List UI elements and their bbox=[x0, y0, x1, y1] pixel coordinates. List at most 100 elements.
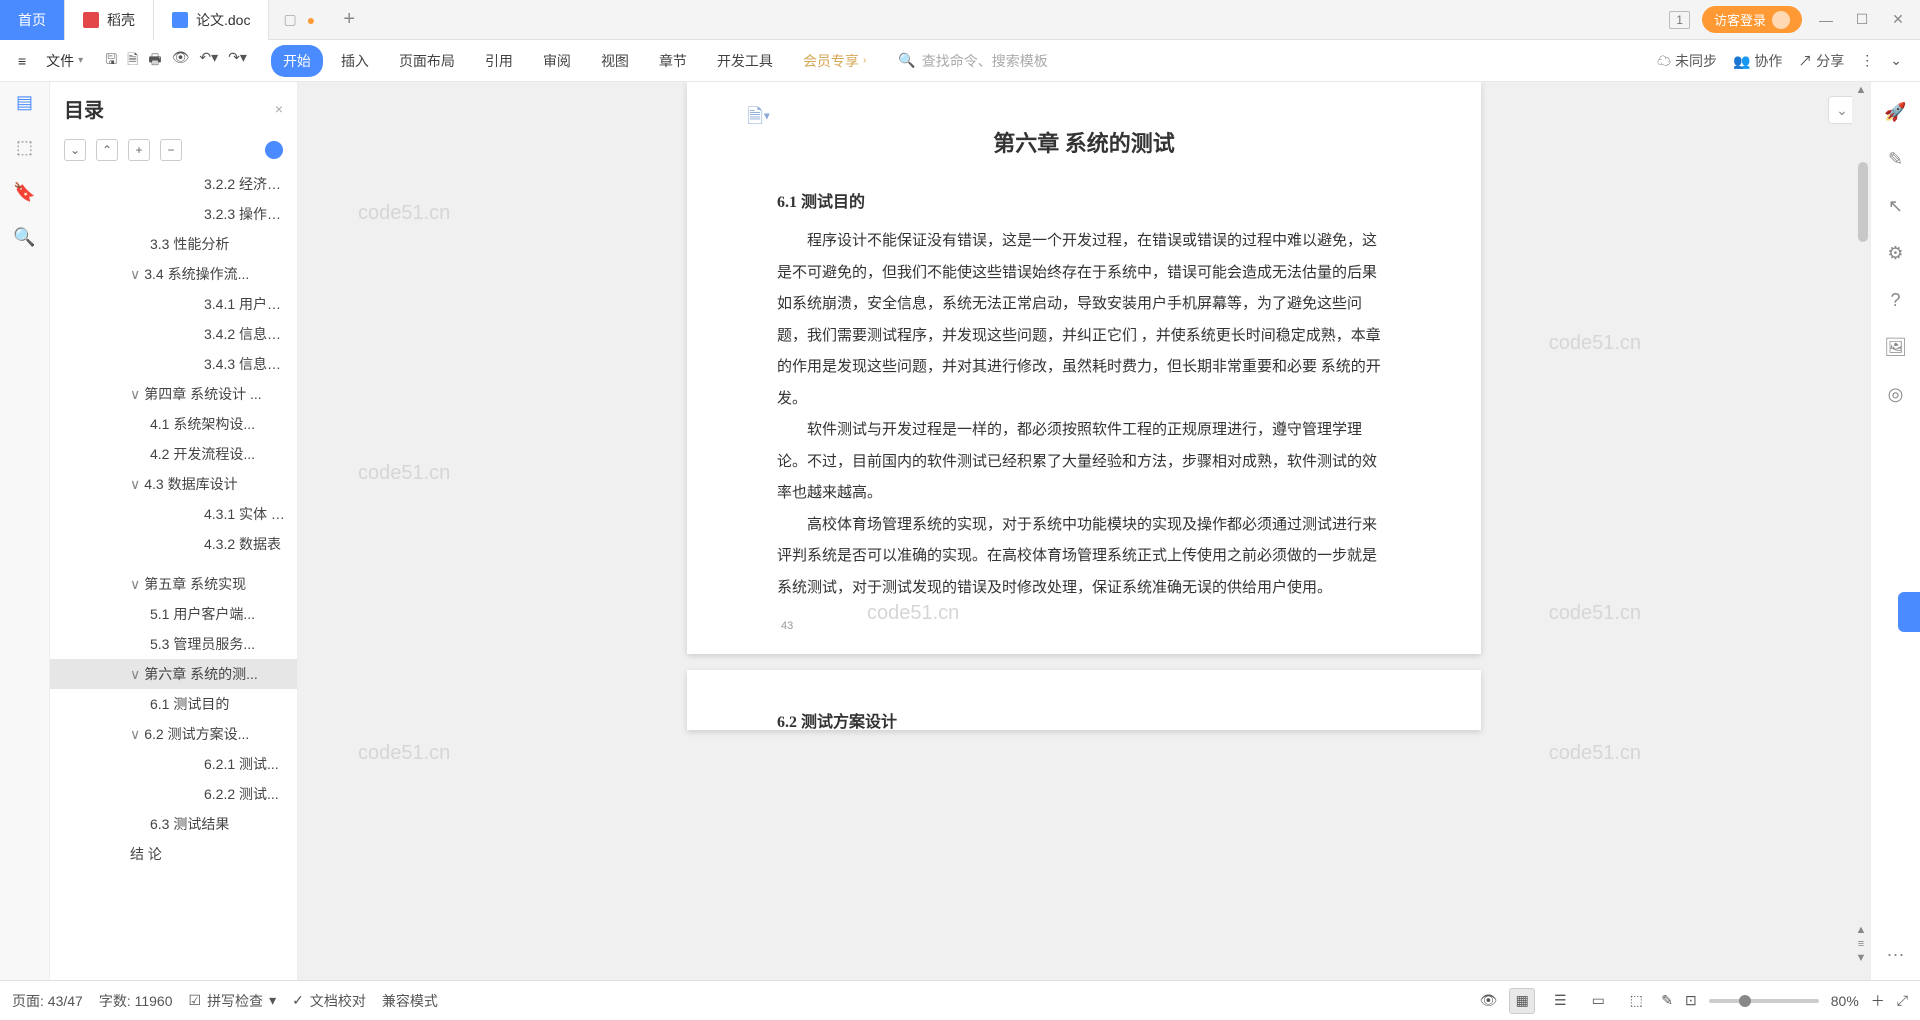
fullscreen-icon[interactable]: ⤢ bbox=[1897, 992, 1908, 1009]
outline-close[interactable]: × bbox=[275, 101, 283, 117]
outline-node[interactable]: 3.2.2 经济可 ... bbox=[50, 169, 297, 199]
file-menu[interactable]: 文件▾ bbox=[36, 47, 93, 75]
zoom-value[interactable]: 80% bbox=[1831, 993, 1859, 1009]
more-icon[interactable]: ⋮ bbox=[1860, 52, 1874, 69]
redo-icon[interactable]: ↷▾ bbox=[228, 49, 247, 73]
image-icon[interactable]: 🖼 bbox=[1884, 337, 1907, 358]
outline-node[interactable]: 5.1 用户客户端... bbox=[50, 599, 297, 629]
sync-button[interactable]: ☁ 未同步 bbox=[1657, 51, 1717, 71]
tab-docile[interactable]: 稻壳 bbox=[65, 0, 154, 40]
outline-node[interactable] bbox=[50, 559, 297, 569]
view-outline-button[interactable]: ☰ bbox=[1547, 988, 1573, 1014]
rtab-section[interactable]: 章节 bbox=[647, 45, 699, 77]
more-tools-icon[interactable]: ⋯ bbox=[1887, 945, 1905, 966]
tools-icon[interactable]: ✎ bbox=[1661, 992, 1673, 1009]
outline-node[interactable]: 4.2 开发流程设... bbox=[50, 439, 297, 469]
rtab-start[interactable]: 开始 bbox=[271, 45, 323, 77]
status-words[interactable]: 字数: 11960 bbox=[99, 991, 173, 1011]
scroll-up2-icon[interactable]: ▲ bbox=[1852, 924, 1870, 942]
outline-icon[interactable]: ▤ bbox=[16, 92, 33, 113]
zoom-handle[interactable] bbox=[1739, 995, 1751, 1007]
outline-remove[interactable]: − bbox=[160, 139, 182, 161]
view-web-button[interactable]: ▭ bbox=[1585, 988, 1611, 1014]
outline-node[interactable]: 6.2.1 测试... bbox=[50, 749, 297, 779]
maximize-button[interactable]: ☐ bbox=[1850, 8, 1874, 32]
tab-add[interactable]: + bbox=[329, 8, 369, 31]
outline-collapse-all[interactable]: ⌄ bbox=[64, 139, 86, 161]
rtab-reference[interactable]: 引用 bbox=[473, 45, 525, 77]
save-icon[interactable]: 🖫 bbox=[105, 49, 117, 73]
outline-node[interactable]: 3.4.2 信息添... bbox=[50, 319, 297, 349]
cursor-icon[interactable]: ↖ bbox=[1888, 196, 1903, 217]
search-box[interactable]: 🔍查找命令、搜索模板 bbox=[898, 51, 1047, 71]
outline-node[interactable]: 3.4.1 用户登... bbox=[50, 289, 297, 319]
outline-node[interactable]: 6.2.2 测试... bbox=[50, 779, 297, 809]
scrollbar-thumb[interactable] bbox=[1858, 162, 1868, 242]
zoom-fit-icon[interactable]: ⊡ bbox=[1685, 992, 1697, 1009]
compat-mode[interactable]: 兼容模式 bbox=[382, 991, 438, 1011]
window-count-badge[interactable]: 1 bbox=[1669, 11, 1690, 29]
login-button[interactable]: 访客登录 bbox=[1702, 6, 1802, 33]
outline-add[interactable]: + bbox=[128, 139, 150, 161]
spellcheck-button[interactable]: ☑ 拼写检查 ▾ bbox=[189, 991, 277, 1011]
tab-document[interactable]: 论文.doc bbox=[154, 0, 269, 40]
side-tab[interactable] bbox=[1898, 592, 1920, 632]
pen-icon[interactable]: ✎ bbox=[1888, 149, 1903, 170]
outline-node[interactable]: ∨第五章 系统实现 bbox=[50, 569, 297, 599]
undo-icon[interactable]: ↶▾ bbox=[199, 49, 218, 73]
rtab-member[interactable]: 会员专享› bbox=[791, 45, 878, 77]
close-button[interactable]: ✕ bbox=[1886, 8, 1910, 32]
tab-home[interactable]: 首页 bbox=[0, 0, 65, 40]
outline-node[interactable]: 5.3 管理员服务... bbox=[50, 629, 297, 659]
outline-settings-icon[interactable] bbox=[265, 141, 283, 159]
target-icon[interactable]: ◎ bbox=[1888, 384, 1904, 405]
outline-node[interactable]: ∨6.2 测试方案设... bbox=[50, 719, 297, 749]
outline-node[interactable]: 3.4.3 信息删... bbox=[50, 349, 297, 379]
outline-node[interactable]: 6.3 测试结果 bbox=[50, 809, 297, 839]
rocket-icon[interactable]: 🚀 bbox=[1884, 102, 1906, 123]
outline-node[interactable]: ∨3.4 系统操作流... bbox=[50, 259, 297, 289]
vertical-scrollbar[interactable]: ▲ ≡ ▲ ▼ bbox=[1852, 82, 1870, 980]
outline-node[interactable]: 3.3 性能分析 bbox=[50, 229, 297, 259]
reading-mode-icon[interactable]: 👁 bbox=[1480, 992, 1498, 1009]
scroll-down-icon[interactable]: ▼ bbox=[1852, 952, 1870, 970]
outline-node[interactable]: ∨第六章 系统的测... bbox=[50, 659, 297, 689]
zoom-slider[interactable] bbox=[1709, 999, 1819, 1003]
outline-node[interactable]: 4.3.2 数据表 bbox=[50, 529, 297, 559]
bookmark-icon[interactable]: 🔖 bbox=[13, 182, 35, 203]
outline-node[interactable]: ∨第四章 系统设计 ... bbox=[50, 379, 297, 409]
rtab-insert[interactable]: 插入 bbox=[329, 45, 381, 77]
save-as-icon[interactable]: 🗎 bbox=[127, 49, 138, 73]
settings-icon[interactable]: ⚙ bbox=[1887, 243, 1903, 264]
outline-node[interactable]: 4.1 系统架构设... bbox=[50, 409, 297, 439]
find-icon[interactable]: 🔍 bbox=[13, 227, 35, 248]
proofread-button[interactable]: ✓ 文档校对 bbox=[292, 991, 366, 1011]
rtab-review[interactable]: 审阅 bbox=[531, 45, 583, 77]
outline-node[interactable]: 3.2.3 操作可... bbox=[50, 199, 297, 229]
scroll-up-icon[interactable]: ▲ bbox=[1852, 84, 1870, 102]
nav-icon[interactable]: ⬚ bbox=[16, 137, 33, 158]
collapse-ribbon-icon[interactable]: ⌄ bbox=[1890, 52, 1902, 69]
print-icon[interactable]: 🖶 bbox=[148, 49, 161, 73]
view-page-button[interactable]: ▦ bbox=[1509, 988, 1535, 1014]
view-read-button[interactable]: ⬚ bbox=[1623, 988, 1649, 1014]
document-page-next[interactable]: 6.2 测试方案设计 bbox=[687, 670, 1481, 730]
page-options-icon[interactable]: 🗎▾ bbox=[747, 102, 770, 136]
help-icon[interactable]: ? bbox=[1890, 290, 1900, 311]
outline-node[interactable]: ∨4.3 数据库设计 bbox=[50, 469, 297, 499]
collab-button[interactable]: 👥 协作 bbox=[1733, 51, 1782, 71]
outline-node[interactable]: 4.3.1 实体 E... bbox=[50, 499, 297, 529]
menu-button[interactable]: ≡ bbox=[8, 49, 36, 73]
screen-icon[interactable]: ▢ bbox=[283, 11, 296, 28]
zoom-in-icon[interactable]: ＋ bbox=[1871, 991, 1885, 1011]
share-button[interactable]: ↗ 分享 bbox=[1798, 51, 1844, 71]
status-page[interactable]: 页面: 43/47 bbox=[12, 991, 83, 1011]
outline-expand-all[interactable]: ⌃ bbox=[96, 139, 118, 161]
preview-icon[interactable]: 👁 bbox=[172, 49, 190, 73]
minimize-button[interactable]: — bbox=[1814, 8, 1838, 32]
document-page[interactable]: 🗎▾ 第六章 系统的测试 6.1 测试目的 程序设计不能保证没有错误，这是一个开… bbox=[687, 82, 1481, 654]
outline-node[interactable]: 结 论 bbox=[50, 839, 297, 869]
rtab-dev[interactable]: 开发工具 bbox=[705, 45, 785, 77]
rtab-view[interactable]: 视图 bbox=[589, 45, 641, 77]
outline-node[interactable]: 6.1 测试目的 bbox=[50, 689, 297, 719]
